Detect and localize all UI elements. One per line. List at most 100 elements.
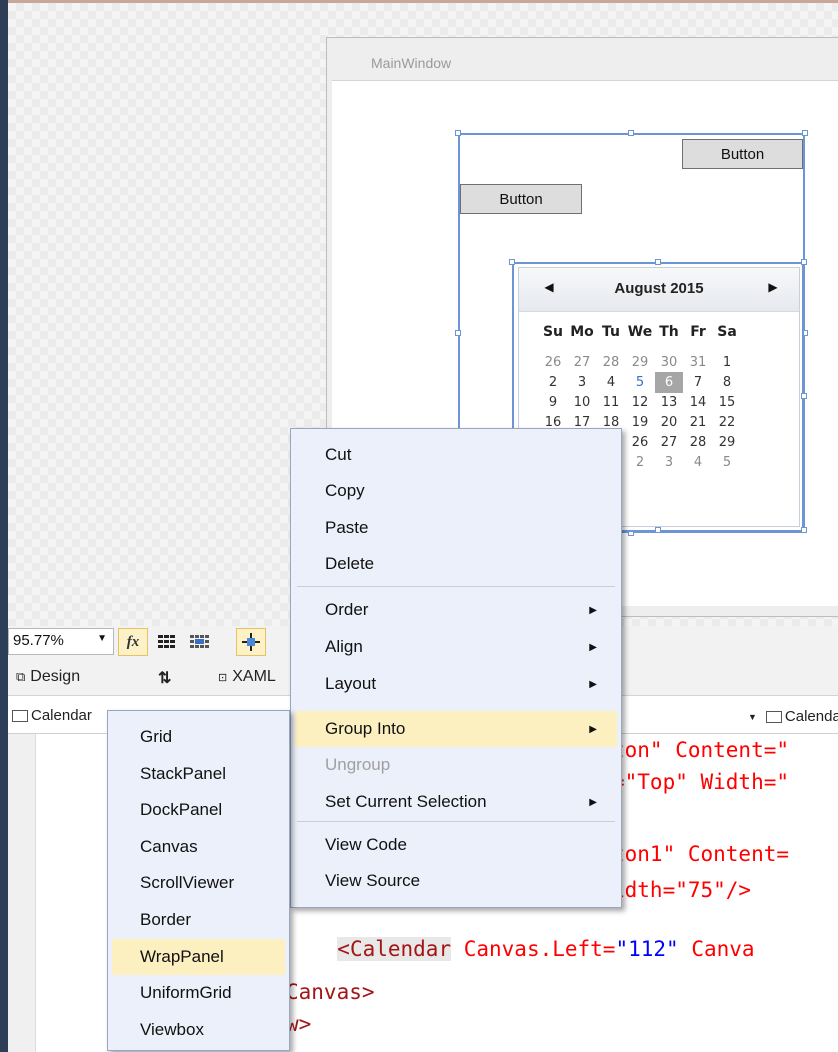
calendar-day[interactable]: 4 <box>597 372 625 393</box>
code-line: ton1" Content= <box>612 842 790 866</box>
calendar-month-title[interactable]: August 2015 <box>519 280 799 297</box>
menu-item-label: View Code <box>325 835 407 854</box>
calendar-day[interactable]: 8 <box>713 372 741 393</box>
menu-item-label: Delete <box>325 554 375 573</box>
calendar-day[interactable]: 7 <box>684 372 712 393</box>
resize-handle[interactable] <box>801 393 807 399</box>
resize-handle[interactable] <box>655 527 661 533</box>
calendar-day[interactable]: 14 <box>684 392 712 413</box>
calendar-day[interactable]: 3 <box>568 372 596 393</box>
code-line: ="Top" Width=" <box>612 770 790 794</box>
calendar-day[interactable]: 20 <box>655 412 683 433</box>
menu-item-ungroup[interactable]: Ungroup <box>295 747 617 783</box>
calendar-header: ◀ August 2015 ▶ <box>519 268 799 312</box>
triangle-right-icon[interactable]: ▶ <box>765 280 781 294</box>
tab-design[interactable]: ⧉ Design <box>16 668 80 686</box>
resize-handle[interactable] <box>455 330 461 336</box>
calendar-day[interactable]: 12 <box>626 392 654 413</box>
resize-handle[interactable] <box>455 130 461 136</box>
calendar-day[interactable]: 29 <box>626 352 654 373</box>
calendar-day[interactable]: 6 <box>655 372 683 393</box>
tab-xaml[interactable]: ⊡ XAML <box>218 668 276 686</box>
calendar-day[interactable]: 13 <box>655 392 683 413</box>
calendar-day[interactable]: 27 <box>655 432 683 453</box>
submenu-arrow-icon: ▶ <box>589 641 597 653</box>
calendar-day[interactable]: 10 <box>568 392 596 413</box>
submenu-item-grid[interactable]: Grid <box>112 719 285 755</box>
calendar-day[interactable]: 2 <box>539 372 567 393</box>
calendar-day[interactable]: 22 <box>713 412 741 433</box>
breadcrumb-left[interactable]: Calendar <box>12 707 92 724</box>
submenu-item-uniformgrid[interactable]: UniformGrid <box>112 975 285 1011</box>
submenu-item-viewbox[interactable]: Viewbox <box>112 1012 285 1048</box>
calendar-day[interactable]: 21 <box>684 412 712 433</box>
submenu-arrow-icon: ▶ <box>589 723 597 735</box>
menu-item-view-source[interactable]: View Source <box>295 863 617 899</box>
snap-grid-icon[interactable] <box>186 628 214 656</box>
window-title: MainWindow <box>371 55 452 71</box>
calendar-day[interactable]: 3 <box>655 452 683 473</box>
tab-xaml-label: XAML <box>232 668 276 685</box>
resize-handle[interactable] <box>655 259 661 265</box>
calendar-day[interactable]: 15 <box>713 392 741 413</box>
submenu-item-dockpanel[interactable]: DockPanel <box>112 792 285 828</box>
menu-item-order[interactable]: Order ▶ <box>295 592 617 628</box>
weekday-header: Tu <box>602 324 620 340</box>
menu-item-align[interactable]: Align ▶ <box>295 629 617 665</box>
snaplines-icon[interactable] <box>236 628 266 656</box>
calendar-day[interactable]: 26 <box>539 352 567 373</box>
menu-item-label: Ungroup <box>325 755 391 774</box>
resize-handle[interactable] <box>801 259 807 265</box>
resize-handle[interactable] <box>802 130 808 136</box>
zoom-combobox[interactable]: 95.77% ▼ <box>8 628 114 655</box>
calendar-day[interactable]: 26 <box>626 432 654 453</box>
menu-item-set-current-selection[interactable]: Set Current Selection ▶ <box>295 784 617 820</box>
menu-item-paste[interactable]: Paste <box>295 510 617 546</box>
menu-item-view-code[interactable]: View Code <box>295 827 617 863</box>
calendar-day[interactable]: 19 <box>626 412 654 433</box>
calendar-day[interactable]: 5 <box>713 452 741 473</box>
design-button-left[interactable]: Button <box>460 184 582 214</box>
submenu-item-wrappanel[interactable]: WrapPanel <box>112 938 285 975</box>
submenu-item-border[interactable]: Border <box>112 902 285 938</box>
submenu-item-stackpanel[interactable]: StackPanel <box>112 756 285 792</box>
calendar-day[interactable]: 9 <box>539 392 567 413</box>
calendar-day[interactable]: 2 <box>626 452 654 473</box>
design-view-icon: ⧉ <box>16 669 26 684</box>
calendar-day[interactable]: 29 <box>713 432 741 453</box>
calendar-day[interactable]: 1 <box>713 352 741 373</box>
menu-item-delete[interactable]: Delete <box>295 546 617 582</box>
breadcrumb-right[interactable]: ▼ Calendar <box>748 708 838 725</box>
design-button-top[interactable]: Button <box>682 139 803 169</box>
calendar-day[interactable]: 4 <box>684 452 712 473</box>
calendar-day[interactable]: 11 <box>597 392 625 413</box>
calendar-day[interactable]: 28 <box>684 432 712 453</box>
submenu-arrow-icon: ▶ <box>589 678 597 690</box>
menu-item-label: Cut <box>325 445 352 464</box>
grid-icon[interactable] <box>154 628 180 656</box>
calendar-day[interactable]: 27 <box>568 352 596 373</box>
calendar-day[interactable]: 28 <box>597 352 625 373</box>
calendar-day[interactable]: 31 <box>684 352 712 373</box>
submenu-item-canvas[interactable]: Canvas <box>112 829 285 865</box>
weekday-header: Mo <box>570 324 594 340</box>
menu-item-label: Paste <box>325 518 369 537</box>
fx-effects-button[interactable]: fx <box>118 628 148 656</box>
submenu-item-scrollviewer[interactable]: ScrollViewer <box>112 865 285 901</box>
resize-handle[interactable] <box>509 259 515 265</box>
menu-item-layout[interactable]: Layout ▶ <box>295 666 617 702</box>
editor-gutter <box>8 734 36 1052</box>
chevron-down-icon: ▼ <box>97 633 107 644</box>
menu-item-copy[interactable]: Copy <box>295 473 617 509</box>
menu-separator <box>297 586 615 587</box>
resize-handle[interactable] <box>628 130 634 136</box>
menu-item-group-into[interactable]: Group Into ▶ <box>295 711 617 747</box>
resize-handle[interactable] <box>801 527 807 533</box>
calendar-day[interactable]: 30 <box>655 352 683 373</box>
menu-item-cut[interactable]: Cut <box>295 437 617 473</box>
swap-panes-button[interactable]: ⇅ <box>158 668 171 688</box>
code-line-calendar: <Calendar Canvas.Left="112" Canva <box>312 913 755 961</box>
code-value: "112" <box>615 937 679 961</box>
zoom-value: 95.77% <box>13 632 64 649</box>
calendar-day[interactable]: 5 <box>626 372 654 393</box>
